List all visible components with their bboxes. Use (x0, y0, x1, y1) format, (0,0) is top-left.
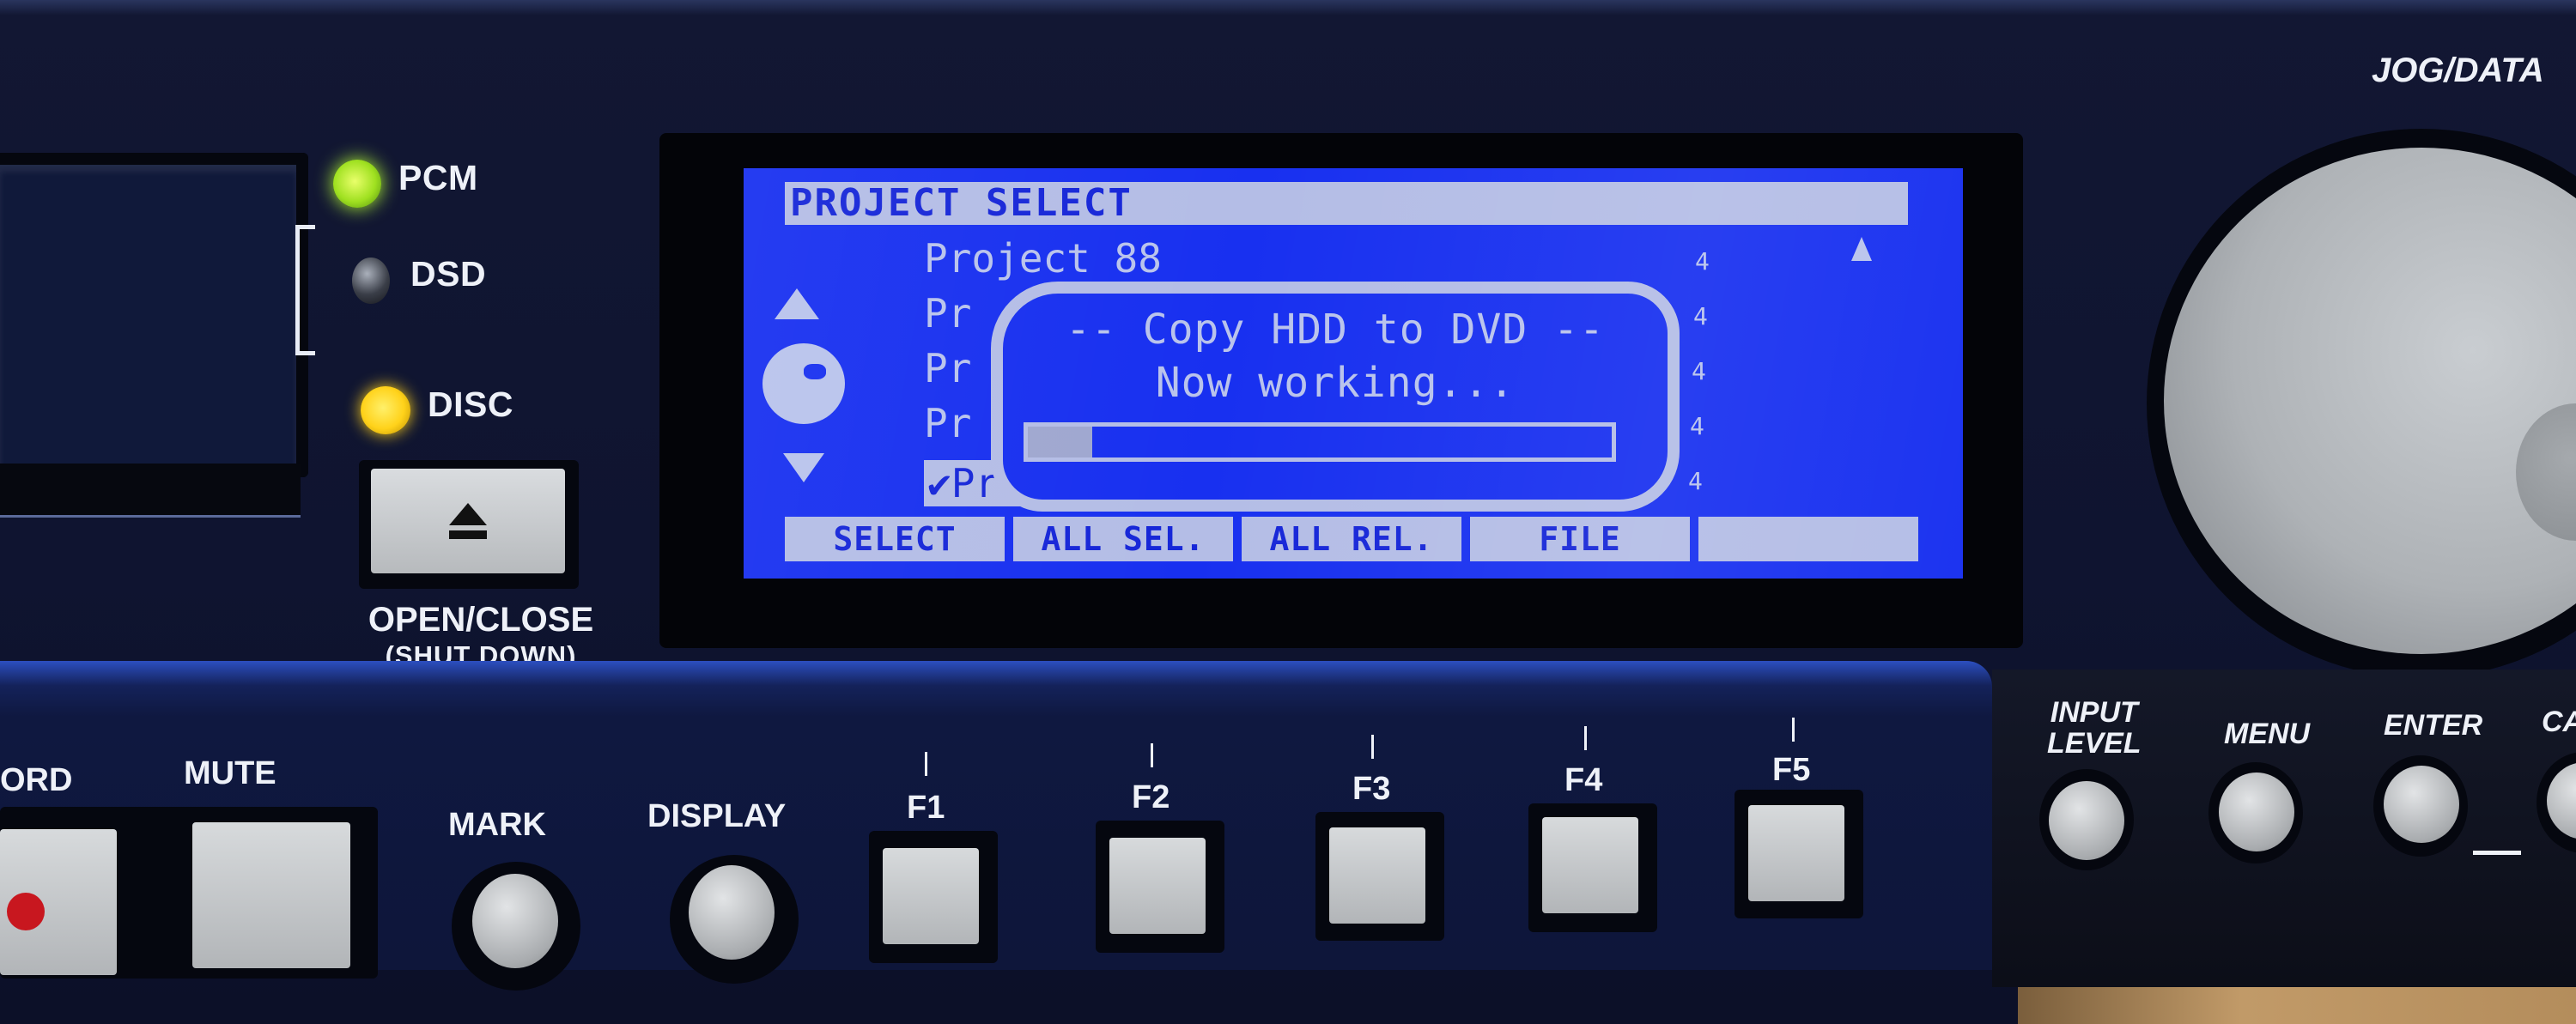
menu-button[interactable] (2219, 773, 2294, 851)
disc-tray (0, 153, 308, 477)
disc-label: DISC (428, 385, 513, 424)
dialog-title: -- Copy HDD to DVD -- (1066, 306, 1605, 354)
open-close-label: OPEN/CLOSE (368, 601, 594, 639)
f4-button[interactable] (1542, 817, 1638, 913)
mute-button[interactable] (192, 822, 350, 968)
f4-label: F4 (1564, 762, 1603, 798)
progress-fill (1028, 427, 1092, 457)
record-icon (7, 893, 45, 930)
display-button[interactable] (689, 865, 775, 960)
project-meta: 4 (1690, 412, 1704, 440)
copy-progress-bar (1024, 422, 1616, 462)
display-label: DISPLAY (647, 798, 787, 834)
pcm-led-icon (333, 160, 381, 208)
mute-label: MUTE (184, 755, 276, 791)
project-list-item[interactable]: Pr (924, 400, 971, 446)
menu-label: MENU (2224, 718, 2311, 750)
screen-title: PROJECT SELECT (785, 182, 1908, 225)
pcm-label: PCM (398, 158, 478, 197)
softkey-select[interactable]: SELECT (785, 517, 1005, 561)
f5-tick (1792, 718, 1795, 742)
f2-tick (1151, 743, 1153, 767)
mark-button[interactable] (472, 874, 558, 968)
jog-dial-icon (762, 343, 845, 424)
softkey-all-release[interactable]: ALL REL. (1242, 517, 1461, 561)
format-bracket (295, 225, 315, 355)
f2-label: F2 (1132, 779, 1170, 815)
input-level-label-line1: INPUT (2050, 696, 2138, 729)
enter-button[interactable] (2384, 766, 2459, 843)
f2-button[interactable] (1109, 838, 1206, 934)
project-list-item[interactable]: Pr (924, 290, 971, 336)
wood-surface (2018, 987, 2576, 1024)
project-meta: 4 (1693, 302, 1708, 330)
dialog-message: Now working... (1155, 359, 1516, 407)
project-list-item[interactable]: Project 88 (924, 235, 1162, 282)
eject-icon (449, 503, 487, 539)
dsd-led-icon (352, 258, 390, 304)
lcd-screen: PROJECT SELECT Project 88 Pr Pr Pr ✔Pr 4… (744, 168, 1963, 579)
record-label: ORD (0, 762, 73, 798)
scroll-up-indicator-icon (1851, 237, 1872, 261)
f1-tick (925, 752, 927, 776)
f5-button[interactable] (1748, 805, 1844, 901)
jog-data-label: JOG/DATA (2372, 52, 2544, 89)
copy-progress-dialog: -- Copy HDD to DVD -- Now working... (991, 282, 1680, 512)
enter-cancel-link-line (2473, 851, 2521, 855)
project-list-item[interactable]: Pr (924, 345, 971, 391)
nav-up-arrow-icon (775, 288, 819, 319)
disc-tray-slot (0, 464, 301, 518)
input-level-button[interactable] (2049, 781, 2124, 860)
enter-label: ENTER (2384, 709, 2483, 742)
nav-down-arrow-icon (783, 453, 824, 482)
project-meta: 4 (1692, 357, 1706, 385)
f4-tick (1584, 726, 1587, 750)
input-level-label-line2: LEVEL (2047, 727, 2142, 760)
mark-label: MARK (448, 807, 546, 843)
softkey-empty[interactable] (1698, 517, 1918, 561)
dsd-label: DSD (410, 254, 487, 294)
softkey-all-select[interactable]: ALL SEL. (1013, 517, 1233, 561)
project-meta: 4 (1688, 467, 1703, 495)
f5-label: F5 (1772, 752, 1811, 788)
project-meta: 4 (1695, 247, 1710, 276)
f3-button[interactable] (1329, 827, 1425, 924)
f1-label: F1 (907, 790, 945, 826)
chassis-top-edge (0, 0, 2576, 15)
open-close-button[interactable] (371, 469, 565, 573)
f3-tick (1371, 735, 1374, 759)
softkey-bar: SELECT ALL SEL. ALL REL. FILE (785, 517, 1918, 561)
f1-button[interactable] (883, 848, 979, 944)
softkey-file[interactable]: FILE (1470, 517, 1690, 561)
input-level-label: INPUT LEVEL (2047, 697, 2142, 759)
f3-label: F3 (1352, 771, 1391, 807)
disc-led-icon (361, 386, 410, 434)
cancel-label: CA (2542, 706, 2576, 738)
